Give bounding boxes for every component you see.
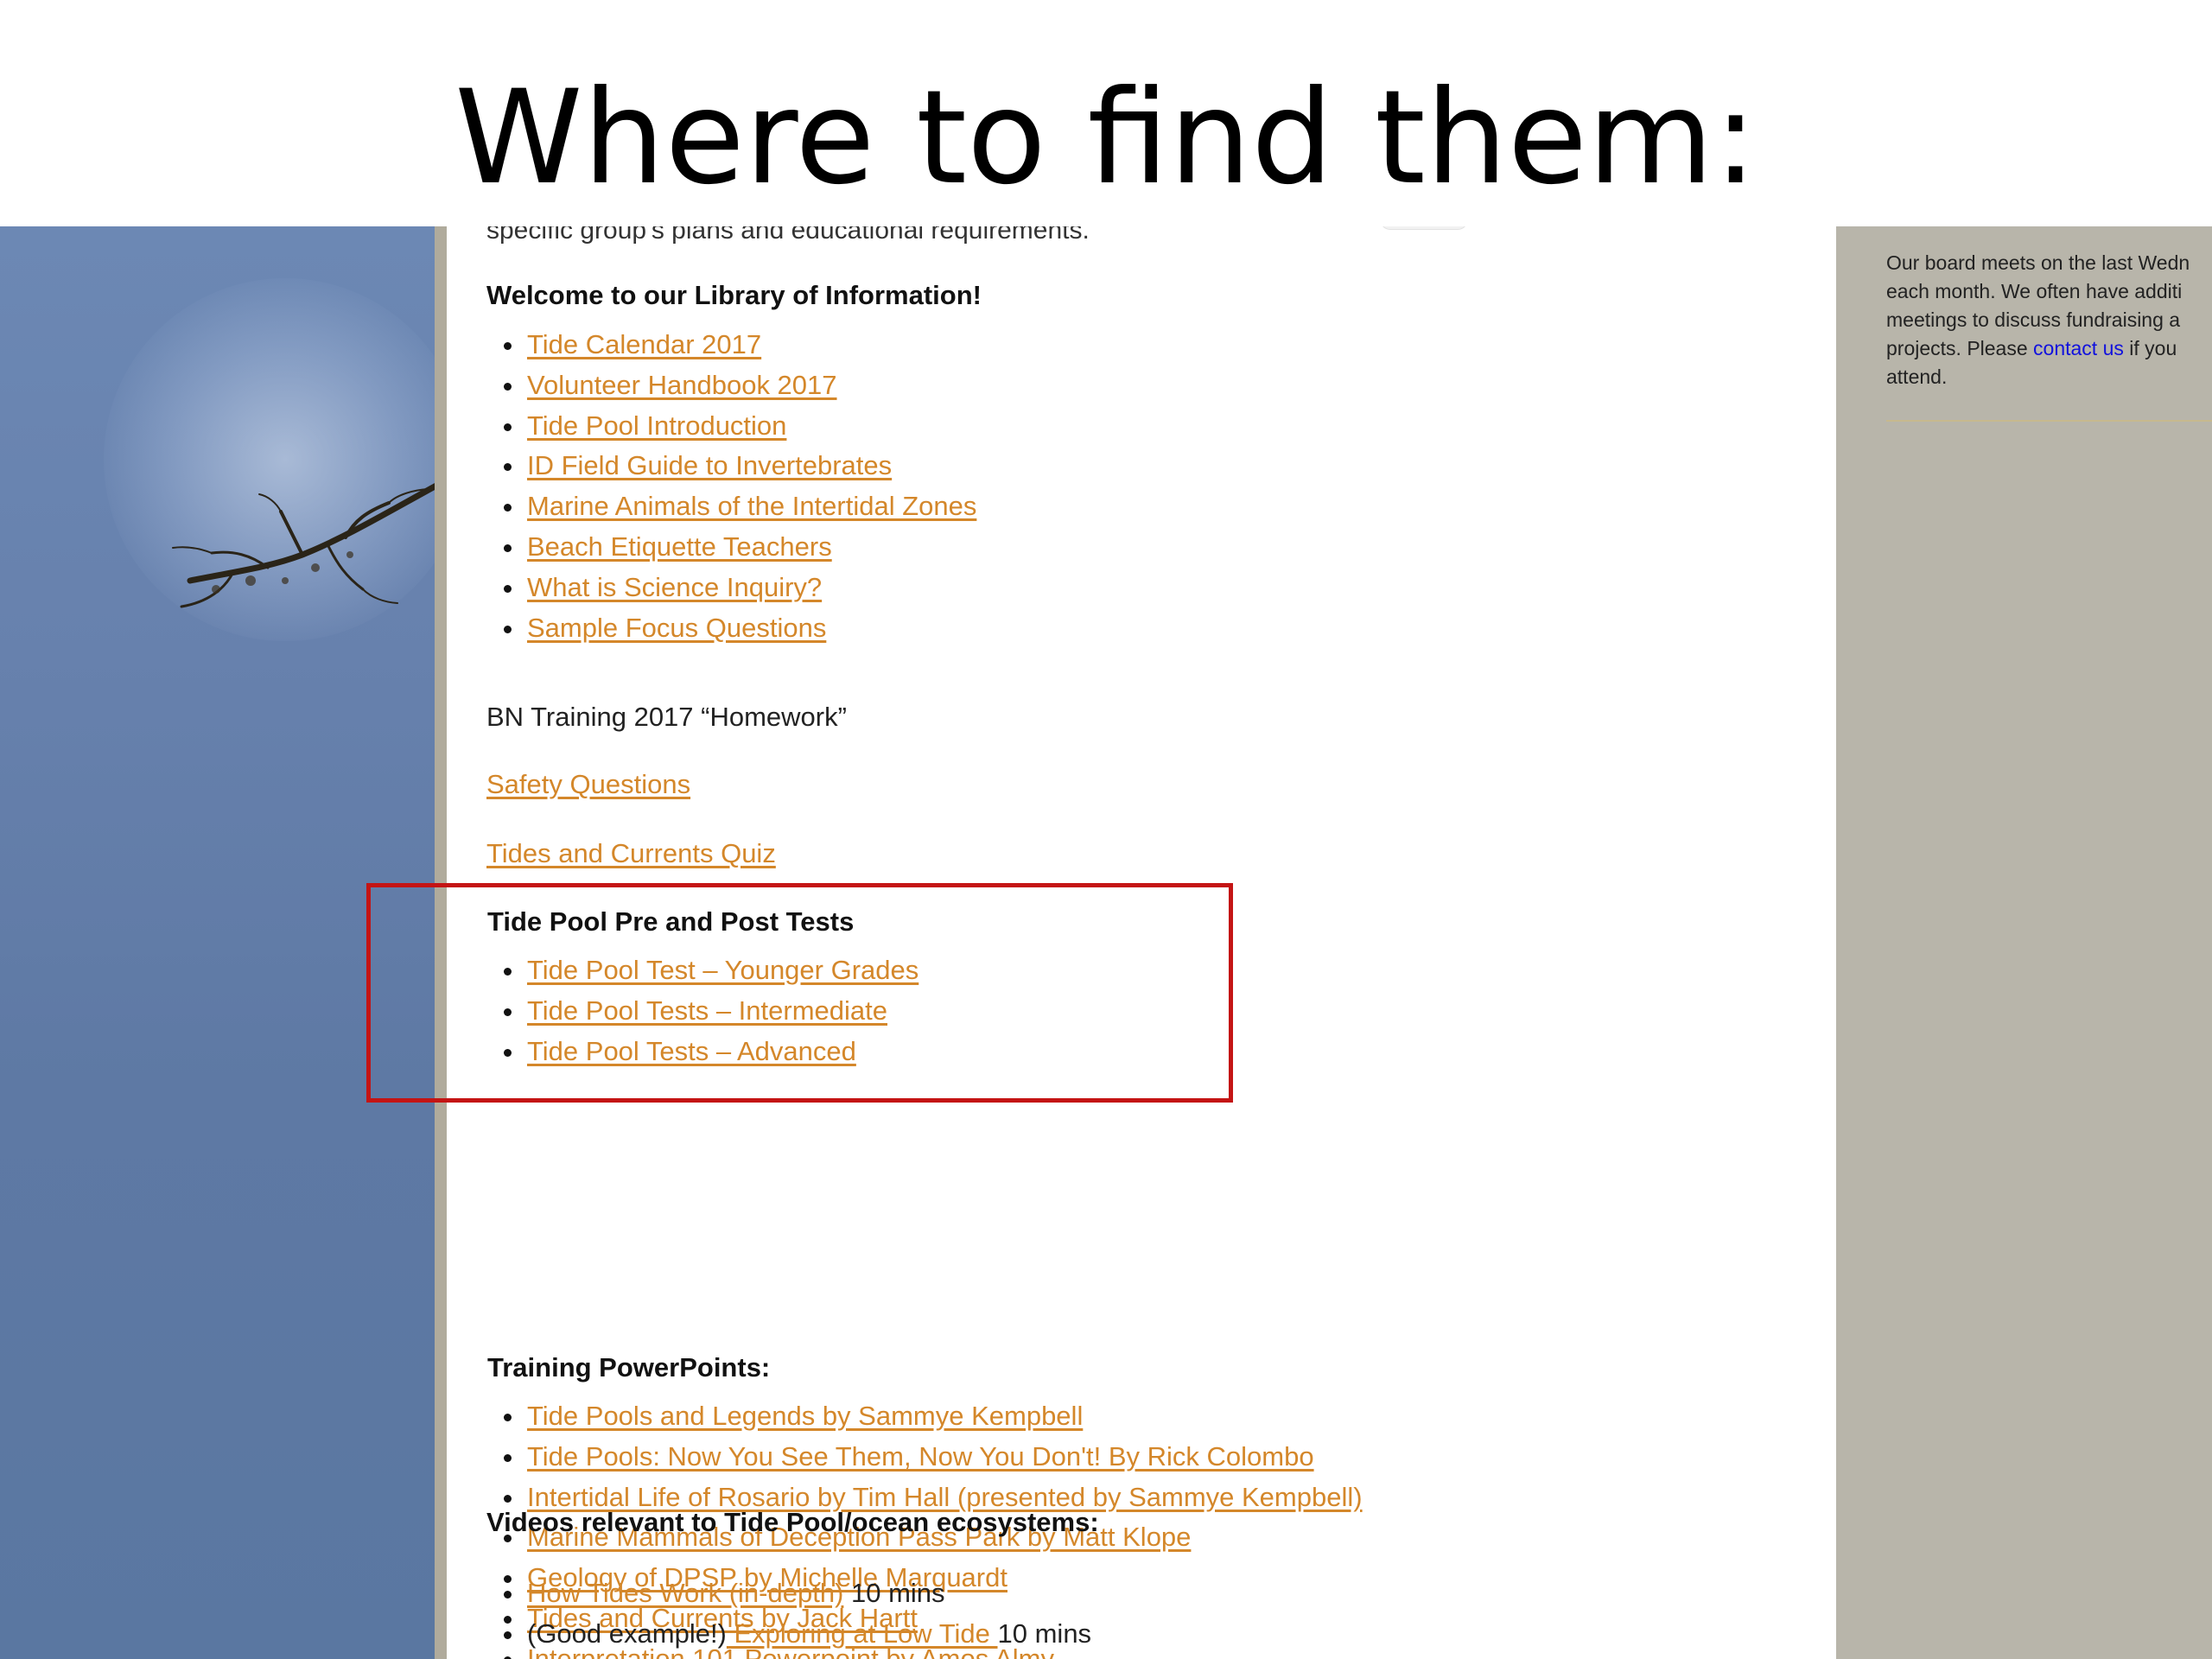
powerpoint-link[interactable]: Tide Pools and Legends by Sammye Kempbel… [527,1401,1083,1431]
safety-questions-link[interactable]: Safety Questions [486,769,690,799]
list-item: Tide Calendar 2017 [447,325,976,365]
video-duration: 10 mins [997,1618,1092,1649]
video-prefix: (Good example!) [527,1618,727,1649]
library-heading: Welcome to our Library of Information! [486,280,982,310]
tree-branch-image [172,482,436,608]
list-item: Tide Pools and Legends by Sammye Kempbel… [447,1396,1363,1437]
cut-off-paragraph: specific group's plans and educational r… [486,226,1090,245]
test-younger-grades-link[interactable]: Tide Pool Test – Younger Grades [527,955,918,985]
videos-heading: Videos relevant to Tide Pool/ocean ecosy… [486,1507,1099,1537]
focus-questions-link[interactable]: Sample Focus Questions [527,613,826,643]
website-screenshot: specific group's plans and educational r… [0,226,2212,1659]
content-border [435,226,447,1659]
powerpoint-link[interactable]: Tide Pools: Now You See Them, Now You Do… [527,1441,1314,1471]
list-item: Tide Pool Tests – Advanced [447,1032,918,1072]
test-intermediate-link[interactable]: Tide Pool Tests – Intermediate [527,995,887,1026]
videos-list: How Tides Work (in-depth) 10 mins (Good … [447,1573,1091,1655]
main-content: specific group's plans and educational r… [447,226,1836,1659]
safety-questions-line: Safety Questions [486,767,690,802]
marine-animals-link[interactable]: Marine Animals of the Intertidal Zones [527,491,976,521]
tide-pool-introduction-link[interactable]: Tide Pool Introduction [527,410,786,441]
tides-currents-quiz-link[interactable]: Tides and Currents Quiz [486,838,776,868]
homework-text: BN Training 2017 “Homework” [486,702,847,732]
list-item: Sample Focus Questions [447,608,976,649]
board-meeting-text: Our board meets on the last Wedn each mo… [1886,249,2212,391]
how-tides-work-link[interactable]: How Tides Work (in-depth) [527,1578,843,1608]
list-item: Tide Pools: Now You See Them, Now You Do… [447,1437,1363,1478]
exploring-low-tide-link[interactable]: Exploring at Low Tide [727,1618,998,1649]
id-field-guide-link[interactable]: ID Field Guide to Invertebrates [527,450,892,480]
powerpoints-heading: Training PowerPoints: [487,1352,771,1382]
list-item: Marine Animals of the Intertidal Zones [447,486,976,527]
tests-links-list: Tide Pool Test – Younger Grades Tide Poo… [447,950,918,1071]
scroll-tab [1380,226,1468,230]
list-item: How Tides Work (in-depth) 10 mins [447,1573,1091,1614]
list-item: Tide Pool Tests – Intermediate [447,991,918,1032]
right-sidebar: Our board meets on the last Wedn each mo… [1836,226,2212,1659]
left-decorative-background [0,226,467,1659]
sidebar-divider [1886,420,2212,422]
list-item: Volunteer Handbook 2017 [447,365,976,406]
list-item: Beach Etiquette Teachers [447,527,976,568]
test-advanced-link[interactable]: Tide Pool Tests – Advanced [527,1036,856,1066]
tide-calendar-link[interactable]: Tide Calendar 2017 [527,329,761,359]
science-inquiry-link[interactable]: What is Science Inquiry? [527,572,822,602]
list-item: Tide Pool Introduction [447,406,976,447]
tides-quiz-line: Tides and Currents Quiz [486,836,776,871]
video-duration: 10 mins [843,1578,945,1608]
tests-heading: Tide Pool Pre and Post Tests [487,906,855,937]
volunteer-handbook-link[interactable]: Volunteer Handbook 2017 [527,370,837,400]
list-item: ID Field Guide to Invertebrates [447,446,976,486]
beach-etiquette-link[interactable]: Beach Etiquette Teachers [527,531,832,562]
list-item: (Good example!) Exploring at Low Tide 10… [447,1614,1091,1655]
list-item: Tide Pool Test – Younger Grades [447,950,918,991]
slide-title: Where to find them: [454,63,1758,213]
list-item: What is Science Inquiry? [447,568,976,608]
library-links-list: Tide Calendar 2017 Volunteer Handbook 20… [447,325,976,648]
contact-us-link[interactable]: contact us [2033,337,2124,359]
